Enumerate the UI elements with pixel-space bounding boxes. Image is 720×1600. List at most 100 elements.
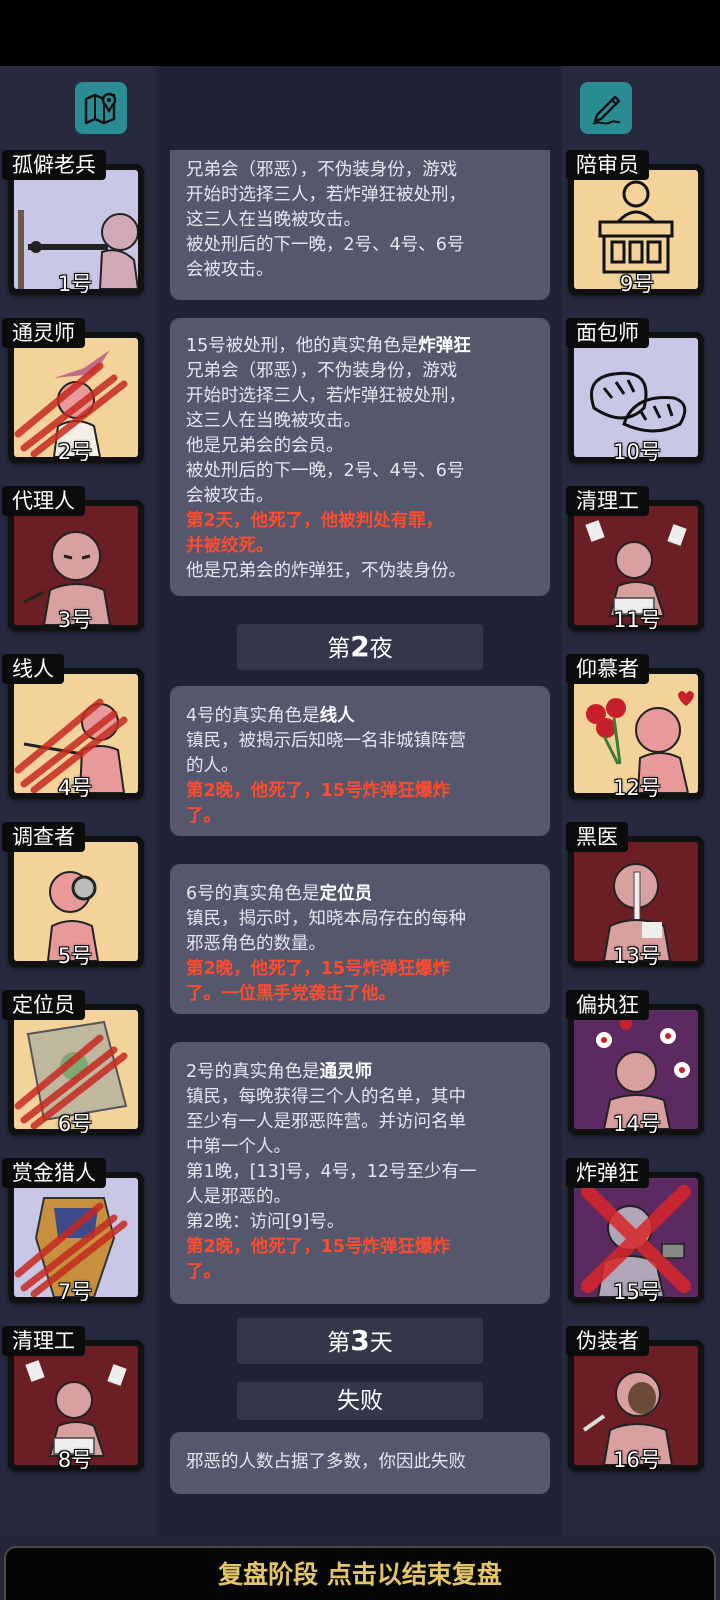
- log-line: 第2晚：访问[9]号。: [186, 1212, 345, 1232]
- player-number: 8号: [57, 1448, 93, 1472]
- log-text: 2号的真实角色是: [186, 1062, 320, 1082]
- player-number: 16号: [613, 1448, 661, 1472]
- player-card-1[interactable]: 孤僻老兵 1号: [0, 150, 150, 296]
- player-card-2[interactable]: 通灵师 2号: [0, 318, 150, 464]
- player-number: 15号: [613, 1280, 661, 1304]
- header-text: 天: [369, 1330, 393, 1356]
- log-line: 人是邪恶的。: [186, 1187, 291, 1207]
- death-line: 了。一位黑手党袭击了他。: [186, 984, 396, 1004]
- death-line: 第2晚，他死了，15号炸弹狂爆炸: [186, 1237, 451, 1257]
- player-card-7[interactable]: 赏金猎人 7号: [0, 1158, 150, 1304]
- player-card-5[interactable]: 调查者 5号: [0, 822, 150, 968]
- log-line: 会被攻击。: [186, 486, 274, 506]
- log-line: 被处刑后的下一晚，2号、4号、6号: [186, 235, 465, 255]
- log-line: 会被攻击。: [186, 260, 274, 280]
- player-card-6[interactable]: 定位员 6号: [0, 990, 150, 1136]
- player-card-4[interactable]: 线人 4号: [0, 654, 150, 800]
- day-header: 第3天: [237, 1318, 483, 1364]
- log-line: 15号被处刑，他的真实角色是炸弹狂: [186, 334, 536, 359]
- log-line: 这三人在当晚被攻击。: [186, 411, 361, 431]
- role-label: 黑医: [566, 822, 628, 852]
- player-card-15[interactable]: 炸弹狂 15号: [562, 1158, 712, 1304]
- role-label: 伪装者: [566, 1326, 649, 1356]
- log-entry: 兄弟会（邪恶），不伪装身份，游戏 开始时选择三人，若炸弹狂被处刑， 这三人在当晚…: [170, 150, 550, 300]
- log-line: 兄弟会（邪恶），不伪装身份，游戏: [186, 160, 458, 180]
- player-card-8[interactable]: 清理工 8号: [0, 1326, 150, 1472]
- player-card-16[interactable]: 伪装者 16号: [562, 1326, 712, 1472]
- role-label: 炸弹狂: [566, 1158, 649, 1188]
- player-card-11[interactable]: 清理工 11号: [562, 486, 712, 632]
- player-number: 9号: [619, 272, 655, 296]
- death-line: 并被绞死。: [186, 536, 274, 556]
- log-entry: 15号被处刑，他的真实角色是炸弹狂 兄弟会（邪恶），不伪装身份，游戏 开始时选择…: [170, 318, 550, 596]
- role-label: 偏执狂: [566, 990, 649, 1020]
- player-number: 2号: [57, 440, 93, 464]
- log-line: 6号的真实角色是定位员: [186, 882, 536, 907]
- log-line: 中第一个人。: [186, 1137, 291, 1157]
- log-line: 开始时选择三人，若炸弹狂被处刑，: [186, 185, 466, 205]
- role-label: 线人: [2, 654, 64, 684]
- log-line: 兄弟会（邪恶），不伪装身份，游戏: [186, 361, 458, 381]
- player-number: 12号: [613, 776, 661, 800]
- player-card-10[interactable]: 面包师 10号: [562, 318, 712, 464]
- log-line: 2号的真实角色是通灵师: [186, 1060, 536, 1085]
- log-text: 15号被处刑，他的真实角色是: [186, 336, 419, 356]
- log-line: 开始时选择三人，若炸弹狂被处刑，: [186, 386, 466, 406]
- role-label: 孤僻老兵: [2, 150, 106, 180]
- log-line: 邪恶的人数占据了多数，你因此失败: [186, 1452, 466, 1472]
- player-number: 6号: [57, 1112, 93, 1136]
- log-entry: 6号的真实角色是定位员 镇民，揭示时，知晓本局存在的每种 邪恶角色的数量。 第2…: [170, 864, 550, 1014]
- player-number: 14号: [613, 1112, 661, 1136]
- role-label: 通灵师: [2, 318, 85, 348]
- log-line: 4号的真实角色是线人: [186, 704, 536, 729]
- player-number: 11号: [613, 608, 661, 632]
- player-card-13[interactable]: 黑医 13号: [562, 822, 712, 968]
- role-label: 代理人: [2, 486, 85, 516]
- role-label: 仰慕者: [566, 654, 649, 684]
- log-line: 镇民，揭示时，知晓本局存在的每种: [186, 909, 466, 929]
- player-number: 3号: [57, 608, 93, 632]
- player-card-12[interactable]: 仰慕者 12号: [562, 654, 712, 800]
- end-review-button[interactable]: 复盘阶段 点击以结束复盘: [4, 1546, 716, 1600]
- night-header: 第2夜: [237, 624, 483, 670]
- header-text: 夜: [369, 636, 393, 662]
- log-line: 被处刑后的下一晚，2号、4号、6号: [186, 461, 465, 481]
- role-name: 线人: [319, 706, 355, 726]
- death-line: 第2天，他死了，他被判处有罪，: [186, 511, 444, 531]
- role-name: 通灵师: [319, 1062, 373, 1082]
- role-label: 定位员: [2, 990, 85, 1020]
- log-line: 镇民，被揭示后知晓一名非城镇阵营: [186, 731, 466, 751]
- role-label: 赏金猎人: [2, 1158, 106, 1188]
- death-line: 了。: [186, 1262, 221, 1282]
- log-line: 的人。: [186, 756, 239, 776]
- map-pin-icon[interactable]: [75, 82, 127, 134]
- result-header: 失败: [237, 1382, 483, 1420]
- log-line: 他是兄弟会的炸弹狂，不伪装身份。: [186, 561, 466, 581]
- player-number: 1号: [57, 272, 93, 296]
- log-text: 6号的真实角色是: [186, 884, 320, 904]
- role-label: 清理工: [566, 486, 649, 516]
- log-line: 他是兄弟会的会员。: [186, 436, 344, 456]
- player-card-9[interactable]: 陪审员 9号: [562, 150, 712, 296]
- log-line: 至少有一人是邪恶阵营。并访问名单: [186, 1112, 466, 1132]
- header-number: 2: [350, 630, 370, 663]
- death-line: 第2晚，他死了，15号炸弹狂爆炸: [186, 959, 451, 979]
- log-line: 这三人在当晚被攻击。: [186, 210, 361, 230]
- role-label: 清理工: [2, 1326, 85, 1356]
- log-entry: 邪恶的人数占据了多数，你因此失败: [170, 1432, 550, 1494]
- log-line: 邪恶角色的数量。: [186, 934, 326, 954]
- player-card-3[interactable]: 代理人 3号: [0, 486, 150, 632]
- log-line: 镇民，每晚获得三个人的名单，其中: [186, 1087, 466, 1107]
- header-text: 第: [327, 1330, 351, 1356]
- role-name: 炸弹狂: [418, 336, 471, 356]
- header-number: 3: [350, 1324, 370, 1357]
- log-entry: 2号的真实角色是通灵师 镇民，每晚获得三个人的名单，其中 至少有一人是邪恶阵营。…: [170, 1042, 550, 1304]
- player-number: 10号: [613, 440, 661, 464]
- pen-edit-icon[interactable]: [580, 82, 632, 134]
- log-text: 4号的真实角色是: [186, 706, 320, 726]
- role-label: 陪审员: [566, 150, 649, 180]
- log-entry: 4号的真实角色是线人 镇民，被揭示后知晓一名非城镇阵营 的人。 第2晚，他死了，…: [170, 686, 550, 836]
- player-card-14[interactable]: 偏执狂 14号: [562, 990, 712, 1136]
- player-number: 4号: [57, 776, 93, 800]
- player-number: 13号: [613, 944, 661, 968]
